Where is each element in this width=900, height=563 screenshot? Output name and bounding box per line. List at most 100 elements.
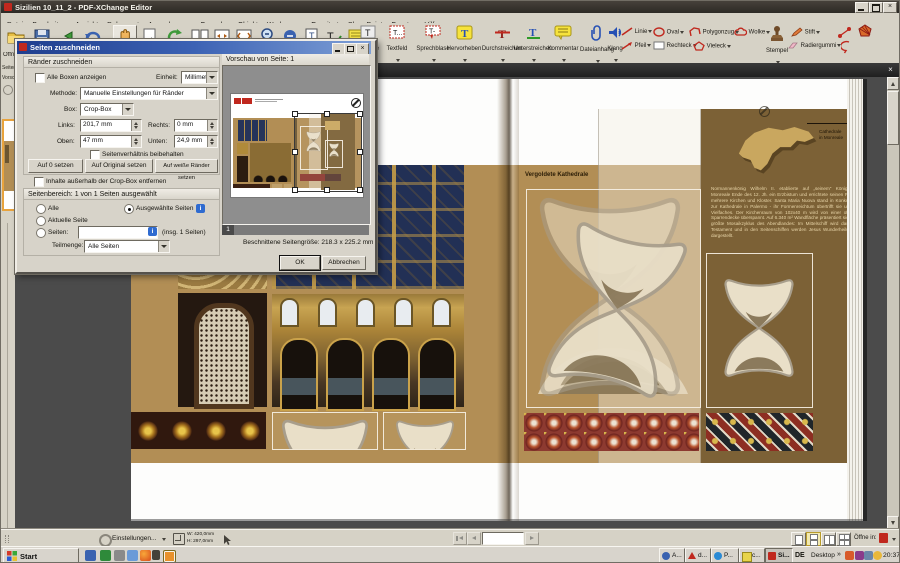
cancel-button[interactable]: Abbrechen: [322, 256, 366, 270]
language-indicator[interactable]: DE: [795, 552, 805, 559]
next-page-icon[interactable]: [525, 532, 539, 545]
first-page-icon[interactable]: [453, 532, 467, 545]
crop-handle[interactable]: [324, 111, 330, 117]
preview-page-strip[interactable]: 1: [222, 225, 369, 235]
tray-icon-4[interactable]: [873, 551, 882, 560]
left-field[interactable]: [80, 119, 142, 132]
page-thumbnail[interactable]: [2, 119, 16, 211]
chevron-down-icon[interactable]: [206, 88, 217, 99]
quick-launch-excel-icon[interactable]: [100, 550, 111, 561]
set-original-button[interactable]: Auf Original setzen: [85, 159, 153, 173]
taskbar-window-2[interactable]: d...: [685, 548, 711, 563]
facing-layout-icon[interactable]: [821, 532, 836, 546]
gear-icon[interactable]: [3, 85, 13, 95]
continuous-layout-icon[interactable]: [806, 532, 821, 546]
toolbtn-pfeil[interactable]: Pfeil: [621, 41, 651, 50]
radio-all[interactable]: [36, 204, 46, 214]
quick-launch-mail-icon[interactable]: [127, 550, 138, 561]
crop-handle[interactable]: [292, 187, 298, 193]
tray-icon-3[interactable]: [864, 551, 873, 560]
info-icon[interactable]: i: [196, 204, 205, 213]
tray-icon-2[interactable]: [855, 551, 864, 560]
set-white-margins-button[interactable]: Auf weiße Ränder setzen: [155, 159, 218, 173]
toolbtn-rechteck[interactable]: Rechteck: [653, 41, 697, 50]
close-button[interactable]: ×: [883, 2, 897, 13]
crop-handle[interactable]: [292, 149, 298, 155]
chevron-down-icon[interactable]: [892, 538, 896, 541]
vertical-scrollbar[interactable]: [887, 77, 899, 529]
crop-handle[interactable]: [324, 187, 330, 193]
toolbtn-vieleck[interactable]: Vieleck: [693, 41, 731, 51]
subset-select[interactable]: Alle Seiten: [84, 240, 170, 253]
toolbar-chevron[interactable]: »: [837, 551, 841, 558]
sidebar-tab-seiten[interactable]: Seiten: [2, 65, 15, 71]
taskbar-window-4[interactable]: c...: [739, 548, 765, 563]
page-number-input[interactable]: [482, 532, 524, 545]
tray-icon-1[interactable]: [845, 551, 854, 560]
crop-handle[interactable]: [292, 111, 298, 117]
quick-launch-explorer-icon[interactable]: [114, 550, 125, 561]
quick-launch-app-icon[interactable]: [152, 550, 160, 560]
single-page-layout-icon[interactable]: [791, 532, 806, 546]
placeholder-frame-right: [706, 253, 813, 408]
preview-page-number[interactable]: 1: [222, 225, 234, 235]
scroll-down-icon[interactable]: [887, 516, 899, 529]
maximize-button[interactable]: [869, 2, 883, 13]
chevron-down-icon[interactable]: [122, 104, 133, 115]
adobe-reader-icon[interactable]: [879, 533, 888, 543]
taskbar-window-active[interactable]: Si...: [765, 548, 793, 563]
spinner-icons[interactable]: [131, 120, 141, 131]
crop-rectangle[interactable]: [294, 113, 362, 192]
chevron-down-icon[interactable]: [158, 241, 169, 252]
spinner-icons[interactable]: [207, 136, 217, 147]
desktop-toolbar-label[interactable]: Desktop: [811, 552, 835, 559]
spinner-icons[interactable]: [131, 136, 141, 147]
quick-launch-firefox-icon[interactable]: [140, 550, 151, 561]
close-document-icon[interactable]: ×: [885, 65, 896, 75]
right-field[interactable]: [174, 119, 218, 132]
radio-selected-pages[interactable]: [124, 204, 134, 214]
pages-input[interactable]: [78, 226, 158, 239]
start-button[interactable]: Start: [3, 548, 79, 563]
dialog-title-bar[interactable]: Seiten zuschneiden ×: [17, 41, 371, 54]
unit-select[interactable]: Millimeter: [181, 71, 218, 84]
taskbar-window-1[interactable]: A...: [659, 548, 685, 563]
taskbar-window-3[interactable]: P...: [711, 548, 739, 563]
toolbtn-radiergummi[interactable]: Radiergummi: [787, 41, 841, 50]
crop-handle[interactable]: [357, 149, 363, 155]
prev-page-icon[interactable]: [467, 532, 481, 545]
distance-tool-icon[interactable]: [837, 26, 853, 40]
bottom-field[interactable]: [174, 135, 218, 148]
crop-handle[interactable]: [357, 187, 363, 193]
toolbtn-linie[interactable]: Linie: [621, 27, 652, 36]
chevron-down-icon[interactable]: [206, 72, 217, 83]
facing-continuous-layout-icon[interactable]: [836, 532, 851, 546]
toolbtn-polygonzug[interactable]: Polygonzug: [689, 27, 739, 37]
dialog-close-button[interactable]: ×: [356, 43, 369, 55]
spinner-icons[interactable]: [207, 120, 217, 131]
sidebar-scrollbar[interactable]: [7, 223, 8, 563]
scrollbar-thumb[interactable]: [887, 91, 899, 145]
toolbtn-stift[interactable]: Stift: [791, 27, 820, 37]
info-icon[interactable]: i: [148, 227, 157, 236]
title-bar[interactable]: Sizilien 10_11_2 - PDF-XChange Editor ×: [1, 1, 899, 13]
box-select[interactable]: Crop-Box: [80, 103, 134, 116]
quick-launch-desktop-icon[interactable]: [85, 550, 96, 561]
set-zero-button[interactable]: Auf 0 setzen: [28, 159, 83, 173]
quick-launch-pdfxchange-icon[interactable]: [163, 550, 176, 563]
chevron-down-icon[interactable]: [162, 538, 166, 541]
minimize-button[interactable]: [855, 2, 869, 13]
radio-current-page[interactable]: [36, 216, 46, 226]
ok-button[interactable]: OK: [280, 256, 320, 270]
remove-outside-checkbox[interactable]: [34, 177, 44, 187]
stamp-polygon-icon[interactable]: [857, 24, 873, 39]
radio-pages[interactable]: [36, 228, 46, 238]
top-field[interactable]: [80, 135, 142, 148]
show-all-boxes-checkbox[interactable]: [35, 73, 45, 83]
scroll-up-icon[interactable]: [887, 77, 899, 90]
method-select[interactable]: Manuelle Einstellungen für Ränder: [80, 87, 218, 100]
crop-handle[interactable]: [357, 111, 363, 117]
settings-label[interactable]: Einstellungen...: [112, 535, 156, 542]
toolbtn-oval[interactable]: Oval: [653, 27, 684, 37]
lasso-tool-icon[interactable]: [841, 40, 857, 54]
